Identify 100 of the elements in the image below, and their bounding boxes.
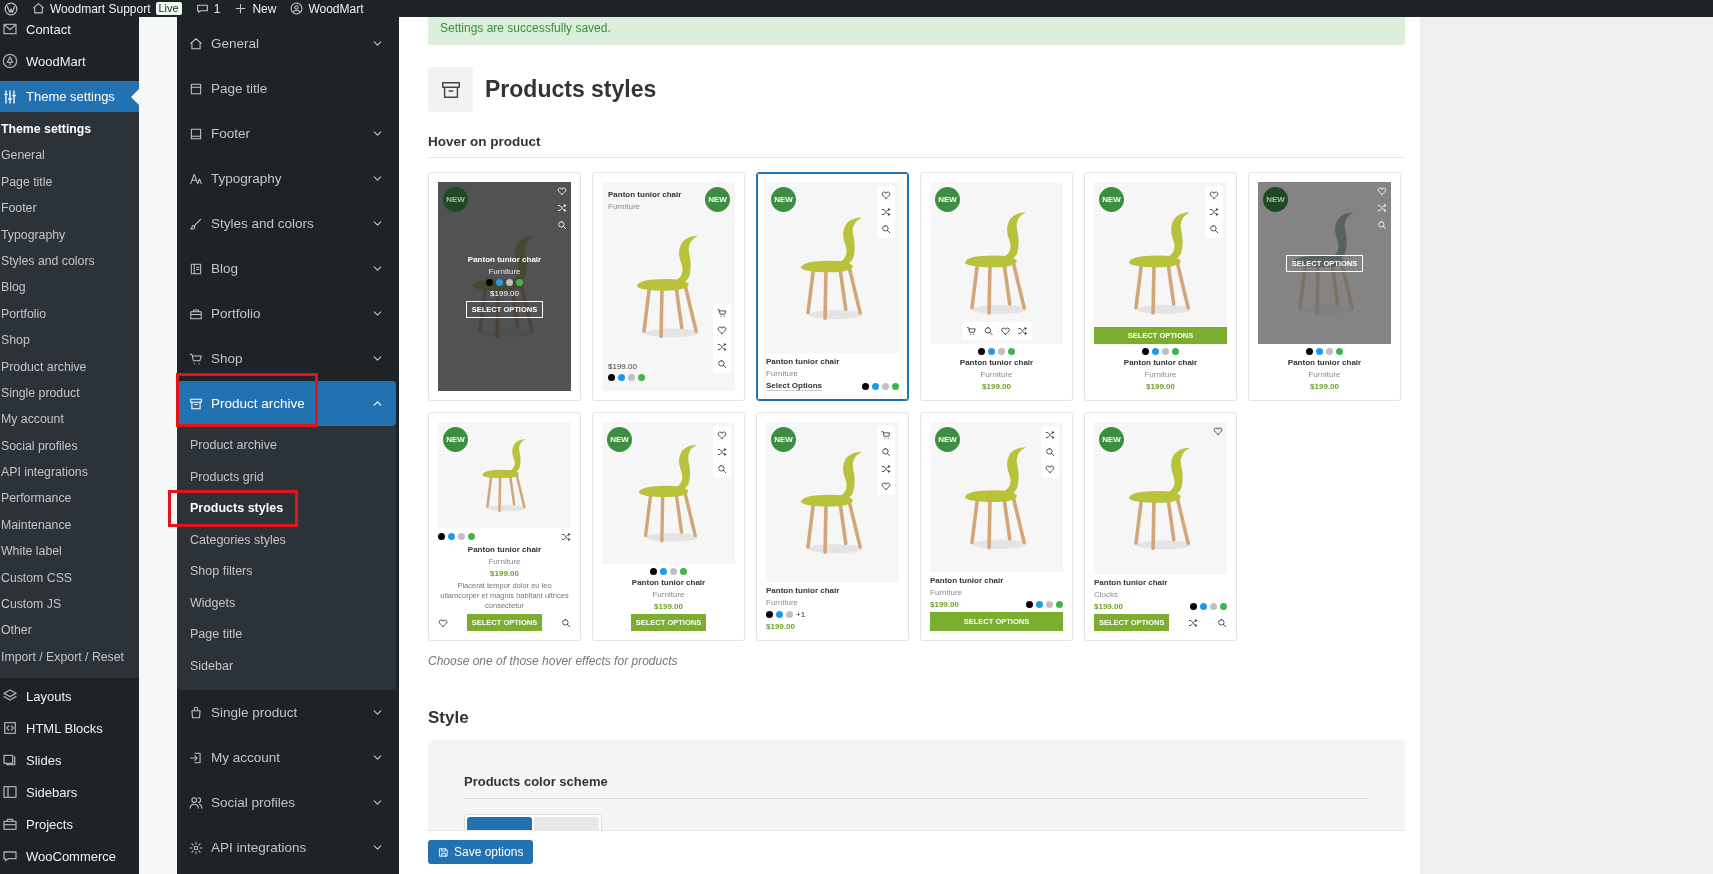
- search-icon[interactable]: [561, 617, 571, 628]
- hover-style-option[interactable]: NEW Panton tunior chair Furniture $199.00: [920, 172, 1073, 401]
- admin-menu-item[interactable]: Contact: [0, 17, 139, 41]
- heart-icon[interactable]: [1213, 426, 1223, 436]
- select-options-link[interactable]: Select Options: [766, 381, 822, 391]
- color-swatch[interactable]: [438, 533, 445, 541]
- color-swatch[interactable]: [680, 568, 687, 575]
- color-swatch[interactable]: [1026, 601, 1033, 608]
- admin-menu-item[interactable]: WooCommerce: [0, 840, 139, 873]
- submenu-item[interactable]: Social profiles: [0, 432, 139, 460]
- color-swatch[interactable]: [872, 382, 879, 390]
- settings-subnav-item[interactable]: Categories styles: [177, 524, 292, 556]
- color-swatch[interactable]: [1046, 601, 1053, 608]
- search-icon[interactable]: [1045, 447, 1055, 457]
- search-icon[interactable]: [881, 224, 891, 234]
- heart-icon[interactable]: [717, 430, 727, 440]
- settings-nav-item[interactable]: Typography: [177, 156, 396, 201]
- hover-style-option[interactable]: NEW Panton tunior chair Furniture $199.00: [592, 172, 745, 401]
- color-swatch[interactable]: [1306, 348, 1313, 355]
- heart-icon[interactable]: [881, 481, 891, 491]
- settings-nav-item[interactable]: My account: [177, 735, 396, 780]
- heart-icon[interactable]: [1045, 464, 1055, 474]
- submenu-item[interactable]: Custom JS: [0, 591, 139, 618]
- color-swatch[interactable]: [660, 568, 667, 575]
- color-swatch[interactable]: [1008, 348, 1015, 355]
- settings-nav-item[interactable]: Blog: [177, 246, 396, 291]
- settings-nav-item[interactable]: Portfolio: [177, 291, 396, 336]
- settings-subnav-item[interactable]: Product archive: [177, 430, 283, 462]
- admin-menu-item[interactable]: Theme settings: [0, 81, 139, 112]
- color-swatch[interactable]: [1162, 348, 1169, 355]
- color-swatch[interactable]: [1336, 348, 1343, 355]
- admin-menu-item[interactable]: Projects: [0, 808, 139, 841]
- color-swatch[interactable]: [638, 374, 645, 381]
- shuffle-icon[interactable]: [1188, 617, 1199, 628]
- color-swatch[interactable]: [650, 568, 657, 575]
- admin-menu-item[interactable]: Sidebars: [0, 776, 139, 809]
- submenu-item[interactable]: General: [0, 142, 139, 169]
- submenu-item[interactable]: Performance: [0, 485, 139, 512]
- color-swatch[interactable]: [1036, 601, 1043, 608]
- heart-icon[interactable]: [438, 617, 448, 628]
- color-swatch[interactable]: [448, 533, 455, 541]
- submenu-item[interactable]: Styles and colors: [0, 247, 139, 275]
- search-icon[interactable]: [1209, 224, 1219, 234]
- hover-style-option[interactable]: NEW Panton tunior chair Furniture Select Options: [756, 172, 909, 401]
- color-swatch[interactable]: [1326, 348, 1333, 355]
- admin-menu-item[interactable]: HTML Blocks: [0, 712, 139, 745]
- shuffle-icon[interactable]: [1209, 207, 1219, 217]
- toggle-option[interactable]: [534, 817, 599, 830]
- color-swatch[interactable]: [486, 279, 493, 286]
- submenu-item[interactable]: API integrations: [0, 459, 139, 486]
- color-swatch[interactable]: [608, 374, 615, 381]
- color-swatch[interactable]: [1210, 603, 1217, 610]
- submenu-item[interactable]: Product archive: [0, 353, 139, 380]
- shuffle-icon[interactable]: [717, 342, 727, 352]
- color-swatch[interactable]: [670, 568, 677, 575]
- heart-icon[interactable]: [717, 325, 727, 335]
- color-swatch[interactable]: [1220, 603, 1227, 610]
- settings-nav-item[interactable]: General: [177, 21, 396, 66]
- settings-subnav-item[interactable]: Widgets: [177, 587, 242, 619]
- color-swatch[interactable]: [998, 348, 1005, 355]
- color-swatch[interactable]: [1316, 348, 1323, 355]
- search-icon[interactable]: [983, 326, 993, 336]
- settings-subnav-item[interactable]: Shop filters: [177, 556, 259, 588]
- shuffle-icon[interactable]: [1017, 326, 1027, 336]
- heart-icon[interactable]: [881, 190, 891, 200]
- color-swatch[interactable]: [516, 279, 523, 286]
- submenu-item[interactable]: Import / Export / Reset: [0, 643, 139, 671]
- color-swatch[interactable]: [1142, 348, 1149, 355]
- cart-icon[interactable]: [881, 430, 891, 440]
- settings-subnav-item[interactable]: Sidebar: [177, 650, 240, 682]
- settings-nav-item[interactable]: Shop: [177, 336, 396, 381]
- color-swatch[interactable]: [862, 382, 869, 390]
- submenu-item[interactable]: White label: [0, 538, 139, 565]
- color-swatch[interactable]: [1190, 603, 1197, 610]
- color-swatch[interactable]: [628, 374, 635, 381]
- color-swatch[interactable]: [892, 382, 899, 390]
- settings-nav-item[interactable]: Single product: [177, 690, 396, 735]
- shuffle-icon[interactable]: [1045, 430, 1055, 440]
- color-swatch[interactable]: [776, 611, 783, 618]
- submenu-item[interactable]: Theme settings: [0, 116, 139, 143]
- theme-link[interactable]: WoodMart: [308, 1, 364, 16]
- settings-nav-item[interactable]: API integrations: [177, 825, 396, 870]
- settings-subnav-item[interactable]: Page title: [177, 619, 249, 651]
- submenu-item[interactable]: Blog: [0, 274, 139, 301]
- settings-nav-item[interactable]: Product archive: [177, 381, 396, 426]
- admin-menu-item[interactable]: Layouts: [0, 680, 139, 713]
- shuffle-icon[interactable]: [881, 207, 891, 217]
- color-swatch[interactable]: [496, 279, 503, 286]
- new-link[interactable]: New: [252, 1, 277, 16]
- color-swatch[interactable]: [1152, 348, 1159, 355]
- color-scheme-toggle[interactable]: [464, 814, 602, 830]
- color-swatch[interactable]: [618, 374, 625, 381]
- cart-icon[interactable]: [966, 326, 976, 336]
- save-options-button[interactable]: Save options: [428, 840, 534, 864]
- search-icon[interactable]: [881, 447, 891, 457]
- submenu-item[interactable]: Page title: [0, 168, 139, 196]
- settings-nav-item[interactable]: Footer: [177, 111, 396, 156]
- color-swatch[interactable]: [766, 611, 773, 618]
- site-name-link[interactable]: Woodmart Support: [50, 1, 151, 16]
- settings-subnav-item[interactable]: Products styles: [177, 493, 290, 525]
